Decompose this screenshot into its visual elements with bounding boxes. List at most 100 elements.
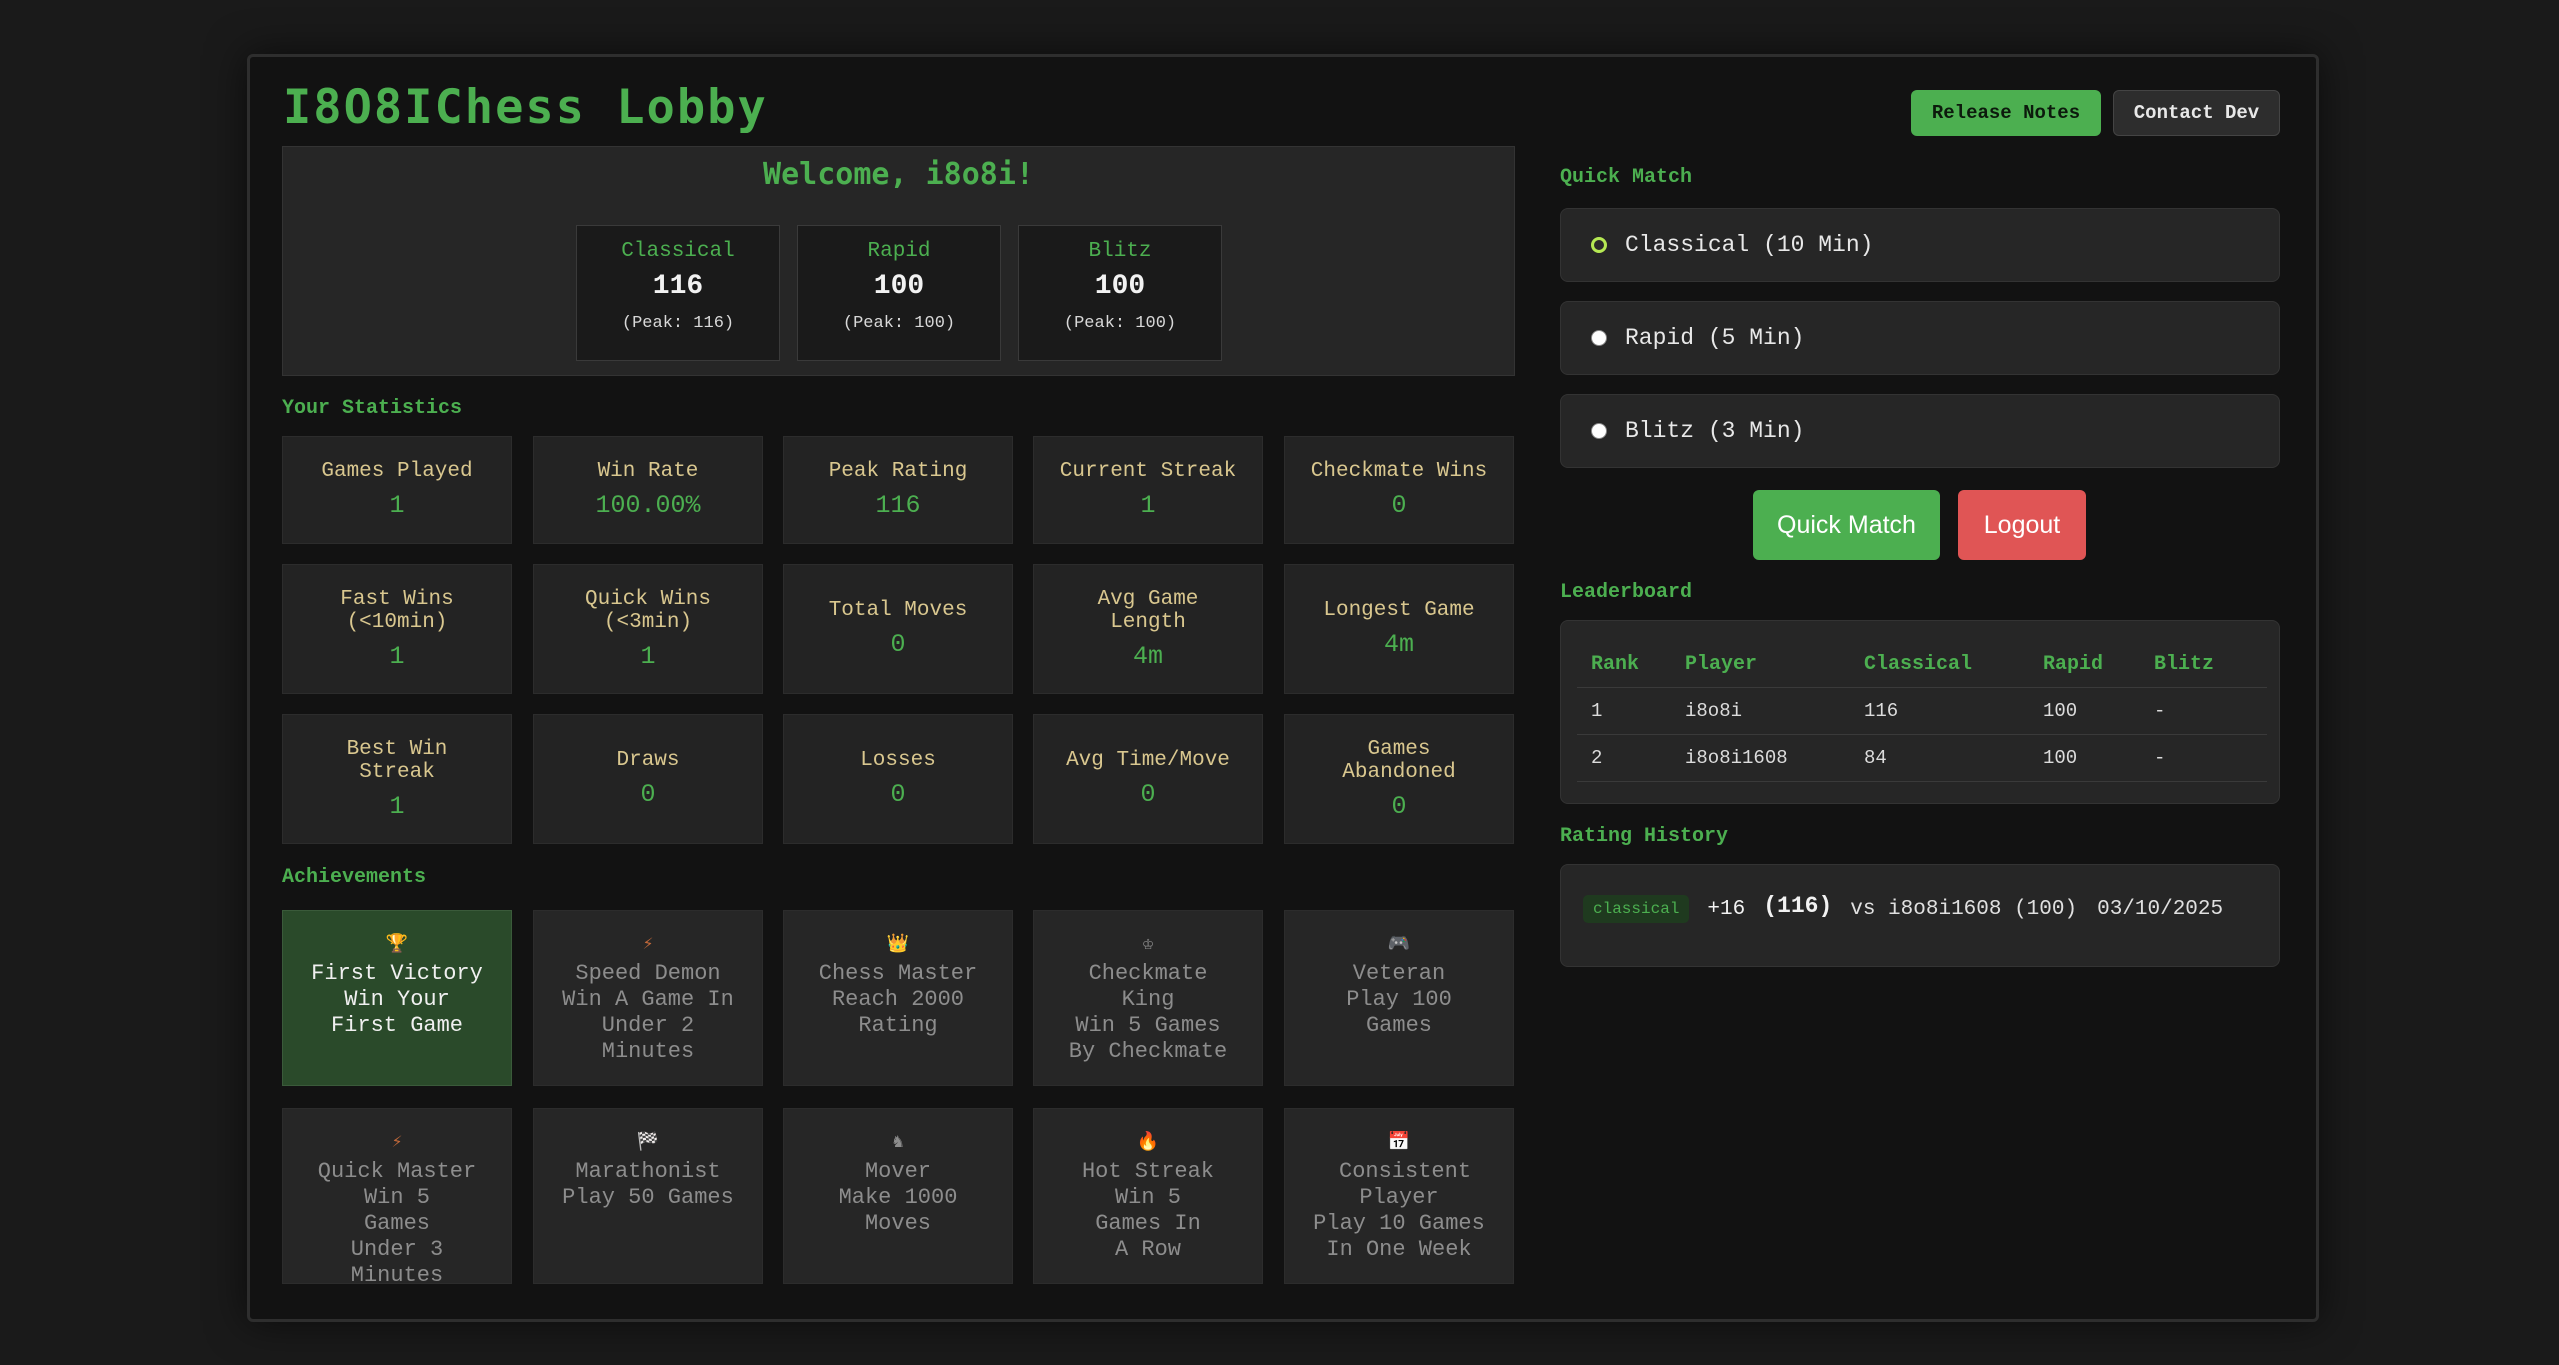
stat-value: 0 [890,630,906,659]
cell-rapid: 100 [2029,734,2140,782]
achievement-title: First Victory [311,961,483,986]
achievement-desc: Make 1000 Moves [838,1185,958,1236]
cell-classical: 116 [1850,687,2029,735]
quick-match-option-blitz[interactable]: Blitz (3 Min) [1560,394,2280,468]
achievement-title: Quick Master [317,1159,477,1184]
stat-avg-game-length: Avg Game Length 4m [1033,564,1263,694]
column-header-blitz: Blitz [2154,652,2215,676]
calendar-icon: 📅 [1387,1133,1411,1153]
checkered-flag-icon: 🏁 [636,1133,660,1153]
rating-card-peak: (Peak: 100) [842,314,956,333]
achievement-desc: Win Your First Game [330,987,464,1038]
quick-match-button[interactable]: Quick Match [1753,490,1940,560]
achievement-quick-master: ⚡ Quick Master Win 5 Games Under 3 Minut… [282,1108,512,1288]
stat-fast-wins: Fast Wins (<10min) 1 [282,564,512,694]
table-row: 2 i8o8i1608 84 100 - [1577,734,2267,782]
achievement-checkmate-king: ♔ Checkmate King Win 5 Games By Checkmat… [1033,910,1263,1086]
rating-card-value: 116 [652,271,704,302]
stat-label: Avg Game Length [1097,587,1199,634]
stat-value: 1 [1140,491,1156,520]
lightning-icon: ⚡ [391,1133,403,1153]
fire-icon: 🔥 [1136,1133,1160,1153]
cell-rank: 2 [1577,734,1671,782]
achievement-first-victory: 🏆 First Victory Win Your First Game [282,910,512,1086]
rating-card-blitz: Blitz 100 (Peak: 100) [1018,225,1222,361]
achievement-desc: Reach 2000 Rating [831,987,965,1038]
radio-unselected[interactable] [1591,423,1607,439]
radio-selected[interactable] [1591,237,1607,253]
stat-win-rate: Win Rate 100.00% [533,436,763,544]
stat-value: 4m [1383,630,1414,659]
stat-games-played: Games Played 1 [282,436,512,544]
leaderboard-header-row: Rank Player Classical Rapid Blitz [1577,641,2267,688]
achievement-consistent-player: 📅 Consistent Player Play 10 Games In One… [1284,1108,1514,1284]
leaderboard-panel: Rank Player Classical Rapid Blitz 1 i8o8… [1560,620,2280,804]
stat-draws: Draws 0 [533,714,763,844]
leaderboard-heading: Leaderboard [1560,581,1693,604]
rating-history-heading: Rating History [1560,825,1729,848]
stat-label: Win Rate [597,460,699,483]
stat-value: 1 [389,791,405,821]
achievement-desc: Win 5 Games By Checkmate [1068,1013,1228,1064]
cell-player: i8o8i [1671,687,1850,735]
gamepad-icon: 🎮 [1387,935,1411,955]
chess-king-icon: ♔ [1142,935,1154,955]
release-notes-button[interactable]: Release Notes [1911,90,2101,136]
achievement-mover: ♞ Mover Make 1000 Moves [783,1108,1013,1284]
radio-unselected[interactable] [1591,330,1607,346]
stat-games-abandoned: Games Abandoned 0 [1284,714,1514,844]
rating-card-name: Blitz [1088,240,1152,263]
stat-value: 0 [890,780,906,809]
achievement-desc: Win A Game In Under 2 Minutes [562,987,734,1064]
achievement-desc: Play 50 Games [562,1185,734,1210]
stat-value: 0 [1391,491,1407,520]
stat-value: 1 [389,641,405,671]
stat-value: 0 [1140,780,1156,809]
stat-label: Fast Wins (<10min) [340,587,454,634]
cell-blitz: - [2140,734,2267,782]
column-header-rank: Rank [1591,652,1640,676]
rating-change: +16 [1707,897,1746,921]
crown-icon: 👑 [886,935,910,955]
lightning-icon: ⚡ [642,935,654,955]
stat-label: Checkmate Wins [1310,460,1488,483]
welcome-panel: Welcome, i8o8i! Classical 116 (Peak: 116… [282,146,1515,376]
mode-badge: classical [1583,895,1690,923]
chess-knight-icon: ♞ [892,1133,904,1153]
stat-label: Games Played [321,460,473,483]
stat-label: Quick Wins (<3min) [584,587,712,634]
quick-match-heading: Quick Match [1560,166,1693,189]
rating-card-value: 100 [1094,271,1146,302]
stat-value: 4m [1132,641,1163,671]
column-header-classical: Classical [1864,652,1973,676]
trophy-icon: 🏆 [385,935,409,955]
rating-card-name: Classical [621,240,735,263]
contact-dev-button[interactable]: Contact Dev [2113,90,2280,136]
rating-card-value: 100 [873,271,925,302]
stat-best-win-streak: Best Win Streak 1 [282,714,512,844]
achievement-veteran: 🎮 Veteran Play 100 Games [1284,910,1514,1086]
quick-match-option-label: Blitz (3 Min) [1625,418,1805,444]
quick-match-option-classical[interactable]: Classical (10 Min) [1560,208,2280,282]
achievement-desc: Play 10 Games In One Week [1313,1211,1485,1262]
stat-value: 1 [640,641,656,671]
stat-longest-game: Longest Game 4m [1284,564,1514,694]
stat-total-moves: Total Moves 0 [783,564,1013,694]
quick-match-option-label: Classical (10 Min) [1625,232,1874,258]
stat-label: Total Moves [828,599,968,622]
stat-label: Draws [616,749,680,772]
rating-after: (116) [1763,893,1833,919]
stat-value: 100.00% [595,491,701,520]
quick-match-option-rapid[interactable]: Rapid (5 Min) [1560,301,2280,375]
rating-card-peak: (Peak: 100) [1063,314,1177,333]
stat-value: 0 [1391,791,1407,821]
table-row: 1 i8o8i 116 100 - [1577,687,2267,735]
achievement-title: Checkmate King [1088,961,1208,1012]
stat-current-streak: Current Streak 1 [1033,436,1263,544]
achievement-desc: Play 100 Games [1346,987,1452,1038]
leaderboard-table: Rank Player Classical Rapid Blitz 1 i8o8… [1577,641,2267,782]
rating-card-classical: Classical 116 (Peak: 116) [576,225,780,361]
achievement-title: Mover [864,1159,931,1184]
logout-button[interactable]: Logout [1958,490,2086,560]
quick-match-option-label: Rapid (5 Min) [1625,325,1805,351]
